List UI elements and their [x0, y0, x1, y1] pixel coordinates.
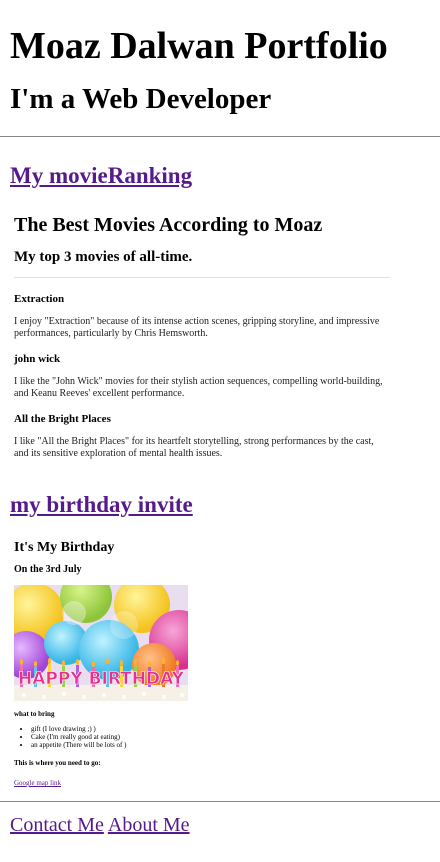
page-subtitle: I'm a Web Developer — [10, 83, 272, 115]
movie-description: I like the "John Wick" movies for their … — [14, 376, 390, 400]
movie-name: All the Bright Places — [14, 413, 111, 425]
movie-name: Extraction — [14, 293, 65, 305]
google-map-link[interactable]: Google map link — [14, 779, 61, 787]
movie-section: My movieRanking — [10, 163, 440, 189]
footer-divider — [0, 801, 440, 802]
top-divider — [0, 136, 440, 137]
movie-ranking-link[interactable]: My movieRanking — [10, 163, 192, 189]
balloons-candles-illustration: HAPPY BIRTHDAY — [14, 585, 188, 701]
movie-description-line: I enjoy "Extraction" because of its inte… — [14, 316, 380, 327]
map-link-row: Google map link — [14, 776, 390, 788]
movie-ranking-title: The Best Movies According to Moaz — [14, 214, 323, 236]
page-title: Moaz Dalwan Portfolio — [10, 25, 388, 67]
list-item: an appetite (There will be lots of ) — [31, 741, 390, 749]
footer-nav: Contact Me About Me — [10, 814, 440, 836]
movie-ranking-subtitle: My top 3 movies of all-time. — [14, 249, 193, 265]
movie-description-line: I like "All the Bright Places" for its h… — [14, 436, 374, 447]
portfolio-page: Moaz Dalwan Portfolio I'm a Web Develope… — [0, 0, 440, 836]
movie-description: I enjoy "Extraction" because of its inte… — [14, 316, 390, 340]
birthday-title: It's My Birthday — [14, 540, 115, 555]
movie-description-line: I like the "John Wick" movies for their … — [14, 376, 383, 387]
birthday-date: On the 3rd July — [14, 564, 82, 575]
list-item: gift (I love drawing ;) ) — [31, 725, 390, 733]
movie-description: I like "All the Bright Places" for its h… — [14, 436, 390, 460]
about-me-link[interactable]: About Me — [108, 814, 190, 836]
movie-name: john wick — [14, 353, 61, 365]
movie-description-line: performances, particularly by Chris Hems… — [14, 328, 208, 339]
contact-me-link[interactable]: Contact Me — [10, 814, 104, 836]
birthday-invite-link[interactable]: my birthday invite — [10, 492, 193, 518]
birthday-section: my birthday invite — [10, 492, 440, 518]
location-heading: This is where you need to go: — [14, 759, 101, 767]
movie-ranking-divider — [14, 277, 390, 278]
birthday-invite-embed: It's My Birthday On the 3rd July HAPPY B… — [14, 540, 390, 788]
movie-description-line: and its sensitive exploration of mental … — [14, 448, 223, 459]
bring-list: gift (I love drawing ;) ) Cake (I'm real… — [14, 725, 390, 749]
movie-ranking-embed: The Best Movies According to Moaz My top… — [14, 213, 390, 460]
list-item: Cake (I'm really good at eating) — [31, 733, 390, 741]
happy-birthday-lettering: HAPPY BIRTHDAY — [18, 669, 185, 689]
movie-description-line: and Keanu Reeves' excellent performance. — [14, 388, 185, 399]
bring-heading: what to bring — [14, 710, 55, 718]
birthday-image: HAPPY BIRTHDAY — [14, 585, 188, 701]
